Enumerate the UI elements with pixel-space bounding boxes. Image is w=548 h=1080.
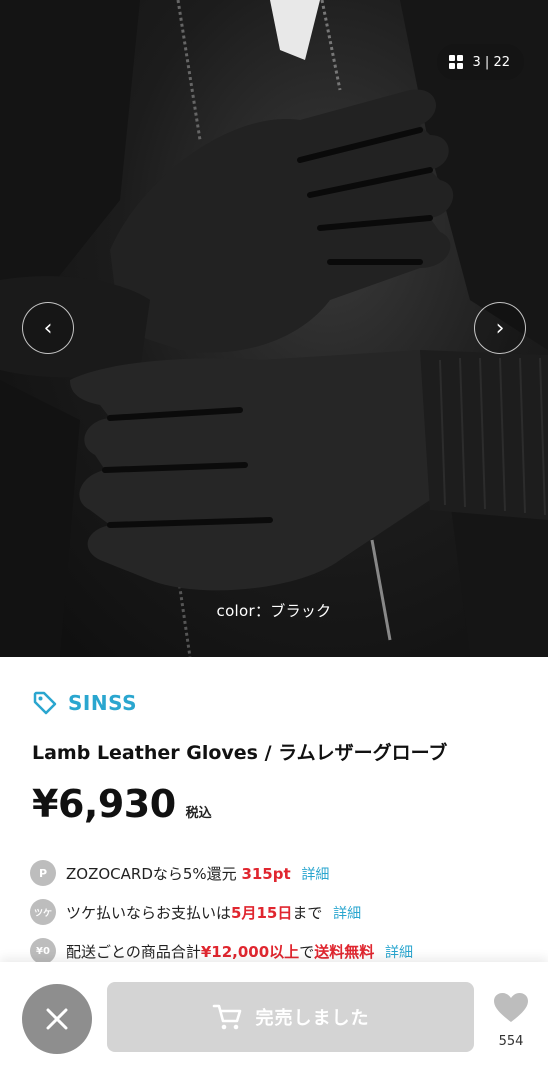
color-caption: color：ブラック	[216, 602, 332, 620]
close-button[interactable]	[22, 984, 92, 1054]
favorite-button[interactable]: 554	[490, 992, 532, 1049]
benefit-text: 配送ごとの商品合計	[66, 942, 201, 961]
shipping-details-link[interactable]: 詳細	[385, 945, 413, 961]
tsuke-icon: ツケ	[30, 899, 56, 925]
sold-out-button[interactable]: 完売しました	[107, 982, 474, 1052]
benefit-highlight: 315pt	[241, 864, 291, 883]
benefit-text-after: まで	[292, 903, 323, 922]
product-image[interactable]: 3 | 22 ‹ › color：ブラック	[0, 0, 548, 657]
gloves-photo	[0, 0, 548, 657]
favorite-count: 554	[498, 1034, 524, 1049]
price-value: ¥6,930	[32, 782, 176, 826]
chevron-left-icon: ‹	[43, 315, 53, 341]
free-shipping-icon: ¥0	[30, 938, 56, 964]
points-icon: P	[30, 860, 56, 886]
bottom-action-bar: 完売しました 554	[0, 962, 548, 1080]
price: ¥6,930 税込	[32, 782, 212, 826]
brand-link[interactable]: SINSS	[32, 690, 137, 716]
tsuke-details-link[interactable]: 詳細	[333, 906, 361, 922]
benefit-text: ZOZOCARDなら5%還元	[66, 864, 242, 883]
benefit-highlight: ¥12,000以上	[200, 942, 300, 961]
tsuke-benefit: ツケ ツケ払いならお支払いは5月15日まで 詳細	[30, 899, 361, 925]
heart-icon	[494, 993, 528, 1022]
product-title: Lamb Leather Gloves / ラムレザーグローブ	[32, 742, 448, 764]
benefit-highlight-2: 送料無料	[314, 942, 375, 961]
grid-icon	[448, 55, 463, 69]
next-image-button[interactable]: ›	[474, 302, 526, 354]
zozocard-benefit: P ZOZOCARDなら5%還元 315pt 詳細	[30, 860, 329, 886]
cart-icon	[212, 1004, 241, 1030]
image-counter[interactable]: 3 | 22	[436, 44, 524, 80]
previous-image-button[interactable]: ‹	[22, 302, 74, 354]
image-counter-text: 3 | 22	[472, 54, 510, 70]
benefit-text: ツケ払いならお支払いは	[66, 903, 232, 922]
benefit-highlight: 5月15日	[231, 903, 293, 922]
tax-label: 税込	[185, 806, 212, 821]
chevron-right-icon: ›	[495, 315, 505, 341]
zozocard-details-link[interactable]: 詳細	[301, 867, 329, 883]
shipping-benefit: ¥0 配送ごとの商品合計¥12,000以上で送料無料 詳細	[30, 938, 413, 964]
brand-name: SINSS	[68, 691, 137, 715]
sold-out-label: 完売しました	[255, 1008, 370, 1029]
tag-icon	[33, 691, 57, 715]
benefit-text-after: で	[299, 942, 315, 961]
close-icon	[46, 1008, 68, 1030]
